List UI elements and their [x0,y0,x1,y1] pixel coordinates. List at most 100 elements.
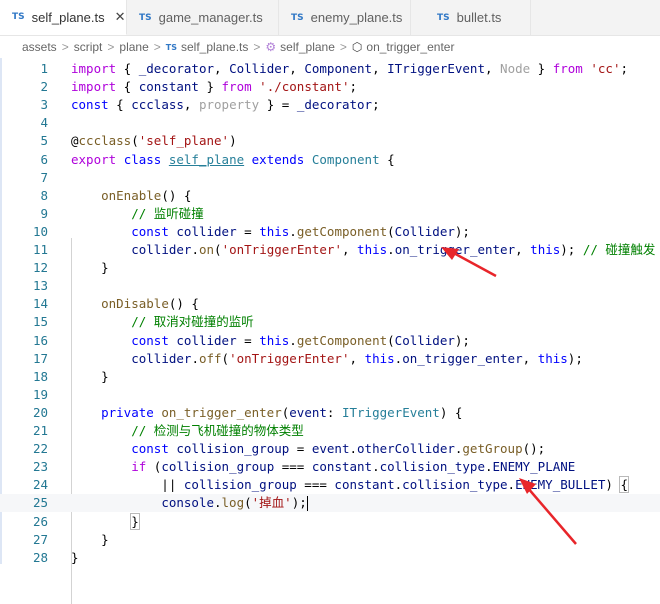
code-token: './constant' [259,79,350,95]
code-editor[interactable]: 1 import { _decorator, Collider, Componen… [0,58,660,604]
code-token: ITriggerEvent [387,61,485,76]
code-token: . [507,477,516,493]
code-token: 'onTriggerEnter' [221,242,342,257]
tab-game-manager[interactable]: TS game_manager.ts [127,0,279,35]
code-line[interactable]: 2 import { constant } from './constant'; [0,78,660,96]
code-token: from [552,61,583,76]
code-token: // 检测与飞机碰撞的物体类型 [131,423,304,438]
code-line[interactable]: 22 const collision_group = event.otherCo… [0,440,660,458]
code-line[interactable]: 23 if (collision_group === constant.coll… [0,458,660,476]
code-token: { [619,476,629,494]
code-line[interactable]: 14 onDisable() { [0,295,660,313]
code-token: collider [176,223,237,239]
code-token: class [123,151,162,167]
code-line[interactable]: 3 const { ccclass, property } = _decorato… [0,96,660,114]
breadcrumb-item-file[interactable]: self_plane.ts [181,40,248,54]
code-line[interactable]: 17 collider.off('onTriggerEnter', this.o… [0,350,660,368]
code-line[interactable]: 19 [0,386,660,404]
line-number: 14 [32,296,48,312]
code-token: = [236,332,260,348]
line-number: 20 [32,404,48,420]
line-number: 27 [32,531,48,547]
code-token: . [372,459,380,475]
tab-self-plane[interactable]: TS self_plane.ts ✕ [0,0,127,35]
code-text: || collision_group === constant.collisio… [71,476,629,494]
code-line[interactable]: 16 const collider = this.getComponent(Co… [0,332,660,350]
line-number: 25 [32,495,48,511]
breadcrumb-item-class[interactable]: self_plane [280,40,335,54]
code-line[interactable]: 25 console.log('掉血'); [0,494,660,513]
code-token: const [71,97,109,113]
code-line[interactable]: 15 // 取消对碰撞的监听 [0,313,660,331]
code-line[interactable]: 10 const collider = this.getComponent(Co… [0,223,660,241]
code-line[interactable]: 4 [0,114,660,132]
line-number: 22 [32,441,48,457]
line-number: 24 [32,477,48,493]
code-line[interactable]: 6 export class self_plane extends Compone… [0,151,660,169]
code-token: } [530,61,553,76]
method-symbol-icon: ⬡ [351,40,363,54]
breadcrumb-item-plane[interactable]: plane [119,40,148,54]
line-number: 18 [32,368,48,384]
chevron-right-icon: > [107,40,115,54]
code-line[interactable]: 11 collider.on('onTriggerEnter', this.on… [0,241,660,259]
code-text: if (collision_group === constant.collisi… [71,458,575,476]
code-token: on_trigger_enter [394,242,516,257]
tab-bullet[interactable]: TS bullet.ts [411,0,531,35]
code-line[interactable]: 12 } [0,259,660,277]
code-token: constant [311,459,373,475]
code-line[interactable]: 26 } [0,512,660,531]
close-icon[interactable]: ✕ [115,9,126,25]
code-line[interactable]: 21 // 检测与飞机碰撞的物体类型 [0,422,660,440]
code-line[interactable]: 8 onEnable() { [0,187,660,205]
code-line[interactable]: 9 // 监听碰撞 [0,205,660,223]
chevron-right-icon: > [253,40,261,54]
code-token: { [379,151,395,167]
code-line[interactable]: 1 import { _decorator, Collider, Componen… [0,60,660,78]
code-token: this [259,223,290,239]
code-line[interactable]: 20 private on_trigger_enter(event: ITrig… [0,404,660,422]
code-token: if [131,459,147,475]
line-number: 4 [40,115,48,131]
code-token: _decorator [296,97,373,113]
code-line[interactable]: 13 [0,277,660,295]
code-line[interactable]: 18 } [0,368,660,386]
code-token: getComponent [296,223,388,239]
code-token: ); [560,242,583,257]
code-line[interactable]: 5 @ccclass('self_plane') [0,132,660,150]
code-token: { [116,61,139,76]
code-line[interactable]: 27 } [0,531,660,549]
code-token: { [108,97,132,113]
code-token: ( [146,459,162,475]
code-token: ( [214,242,222,257]
tab-enemy-plane[interactable]: TS enemy_plane.ts [279,0,411,35]
breadcrumb-item-script[interactable]: script [74,40,103,54]
code-token: } [71,549,79,565]
code-line[interactable]: 7 [0,169,660,187]
code-line[interactable]: 24 || collision_group === constant.colli… [0,476,660,494]
class-symbol-icon: ⚙ [265,40,277,54]
line-number: 12 [32,260,48,276]
code-token: otherCollider [357,441,455,457]
code-token: property [198,97,260,113]
code-text: @ccclass('self_plane') [71,132,237,150]
code-token: { [116,79,139,95]
breadcrumb-item-assets[interactable]: assets [22,40,57,54]
code-token: . [349,441,358,457]
code-token: this [364,350,395,366]
code-token: this [537,350,568,366]
code-token: , [341,242,358,257]
code-token: extends [251,151,305,167]
code-token: onDisable [101,296,169,312]
code-token: ); [567,350,583,366]
code-token: collision_group [176,441,290,457]
code-token: ENEMY_BULLET [515,477,606,493]
breadcrumb-item-method[interactable]: on_trigger_enter [366,40,454,54]
code-token: private [101,404,154,420]
code-token: Collider [229,61,290,76]
code-token: import [71,61,117,76]
